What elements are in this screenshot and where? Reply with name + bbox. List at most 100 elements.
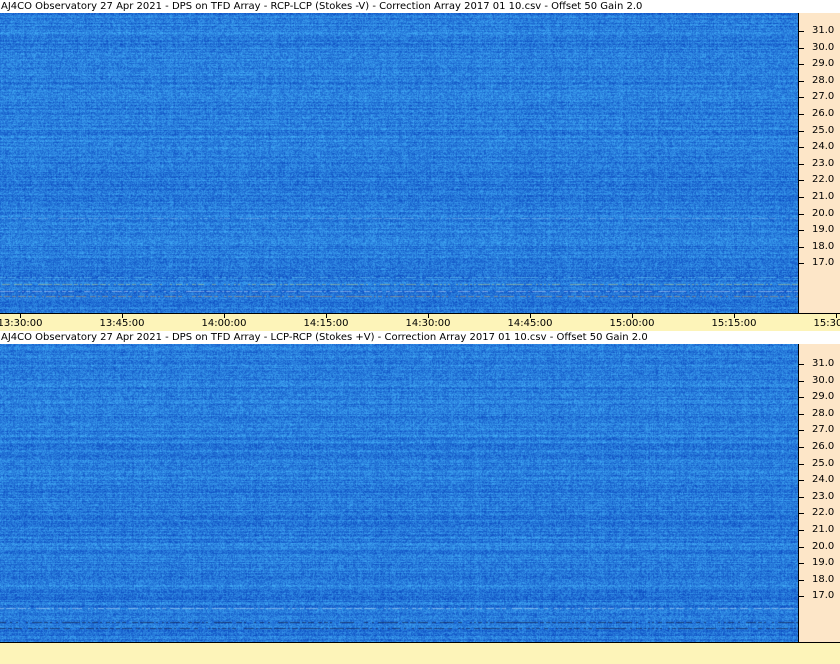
top-panel-title: AJ4CO Observatory 27 Apr 2021 - DPS on T… [0,0,840,13]
freq-tick-mark [799,463,804,465]
time-tick-label: 15:30:00 [813,318,840,329]
freq-tick-mark [799,513,804,515]
freq-tick-label: 26.0 [812,441,835,452]
freq-tick-mark [799,47,804,49]
freq-tick-mark [799,213,804,215]
bottom-spectrogram-canvas [0,344,798,642]
time-tick-label: 15:00:00 [609,318,655,329]
freq-tick-mark [799,546,804,548]
freq-tick-mark [799,380,804,382]
freq-tick-label: 18.0 [812,240,835,252]
freq-tick: 26.0 [799,441,840,453]
freq-tick-label: 27.0 [812,91,835,103]
freq-tick: 27.0 [799,91,840,103]
freq-tick: 20.0 [799,541,840,553]
bottom-spectrogram[interactable] [0,344,798,642]
freq-tick-label: 31.0 [812,25,835,36]
freq-tick: 21.0 [799,191,840,203]
freq-tick: 28.0 [799,75,840,87]
freq-tick-label: 28.0 [812,407,835,419]
freq-tick-mark [799,397,804,399]
top-spectrogram-canvas [0,13,798,313]
freq-tick-label: 17.0 [812,590,835,602]
freq-tick-mark [799,563,804,565]
freq-tick-mark [799,114,804,115]
freq-tick-label: 20.0 [812,540,835,552]
top-spectrogram[interactable] [0,13,798,313]
freq-tick-mark [799,447,804,448]
freq-tick: 22.0 [799,174,840,186]
freq-tick: 20.0 [799,208,840,220]
freq-tick-mark [799,430,804,432]
freq-tick: 24.0 [799,474,840,486]
freq-tick: 25.0 [799,458,840,470]
bottom-panel-title: AJ4CO Observatory 27 Apr 2021 - DPS on T… [0,331,840,344]
freq-tick: 31.0 [799,25,840,37]
freq-tick-label: 19.0 [812,557,835,569]
freq-tick-label: 23.0 [812,490,835,502]
freq-tick-label: 27.0 [812,424,835,436]
time-tick-label: 13:45:00 [99,318,145,329]
time-tick-label: 14:15:00 [303,318,349,329]
freq-tick: 22.0 [799,507,840,519]
freq-tick-mark [799,64,804,66]
time-tick-label: 14:00:00 [201,318,247,329]
freq-tick: 24.0 [799,141,840,153]
freq-tick-label: 21.0 [812,524,835,535]
freq-tick-mark [799,246,804,248]
freq-tick: 18.0 [799,241,840,253]
time-tick-label: 13:30:00 [0,318,43,329]
freq-tick: 25.0 [799,125,840,137]
freq-tick-label: 20.0 [812,207,835,219]
freq-tick-label: 22.0 [812,174,835,186]
freq-tick-mark [799,180,804,182]
freq-tick: 17.0 [799,257,840,269]
freq-tick-mark [799,230,804,232]
freq-tick-label: 25.0 [812,124,835,136]
freq-tick: 27.0 [799,424,840,436]
freq-tick-label: 26.0 [812,108,835,119]
time-tick-label: 14:30:00 [405,318,451,329]
freq-tick-mark [799,530,804,531]
time-tick-label: 15:15:00 [711,318,757,329]
freq-tick: 30.0 [799,42,840,54]
freq-tick: 17.0 [799,590,840,602]
freq-tick-mark [799,413,804,415]
freq-tick: 19.0 [799,557,840,569]
freq-tick-label: 23.0 [812,157,835,169]
freq-tick-label: 31.0 [812,358,835,369]
freq-tick-mark [799,364,804,365]
freq-tick: 21.0 [799,524,840,536]
freq-tick: 29.0 [799,391,840,403]
freq-tick-mark [799,163,804,165]
freq-tick: 26.0 [799,108,840,120]
freq-tick: 23.0 [799,158,840,170]
freq-tick-label: 24.0 [812,141,835,153]
freq-tick-mark [799,263,804,265]
freq-tick: 28.0 [799,408,840,420]
time-axis: 13:30:00 13:45:00 14:00:00 14:15:00 14:30:00… [0,313,840,331]
freq-tick-label: 29.0 [812,391,835,403]
freq-tick-mark [799,496,804,498]
time-tick-label: 14:45:00 [507,318,553,329]
freq-tick: 29.0 [799,58,840,70]
freq-tick-label: 21.0 [812,191,835,202]
freq-tick-mark [799,80,804,82]
freq-tick: 31.0 [799,358,840,370]
freq-tick-mark [799,31,804,32]
freq-tick-mark [799,147,804,149]
freq-tick-label: 25.0 [812,457,835,469]
freq-tick-mark [799,480,804,482]
freq-tick: 18.0 [799,574,840,586]
freq-tick: 19.0 [799,224,840,236]
freq-tick-mark [799,130,804,132]
freq-tick-label: 30.0 [812,41,835,53]
freq-tick: 30.0 [799,375,840,387]
freq-tick-label: 17.0 [812,257,835,269]
bottom-frequency-axis: 31.0 30.0 29.0 28.0 27.0 26.0 25.0 24.0 23.0 22.0… [798,344,840,642]
freq-tick-label: 30.0 [812,374,835,386]
freq-tick-mark [799,197,804,198]
freq-tick-label: 28.0 [812,74,835,86]
freq-tick-label: 19.0 [812,224,835,236]
freq-tick: 23.0 [799,491,840,503]
